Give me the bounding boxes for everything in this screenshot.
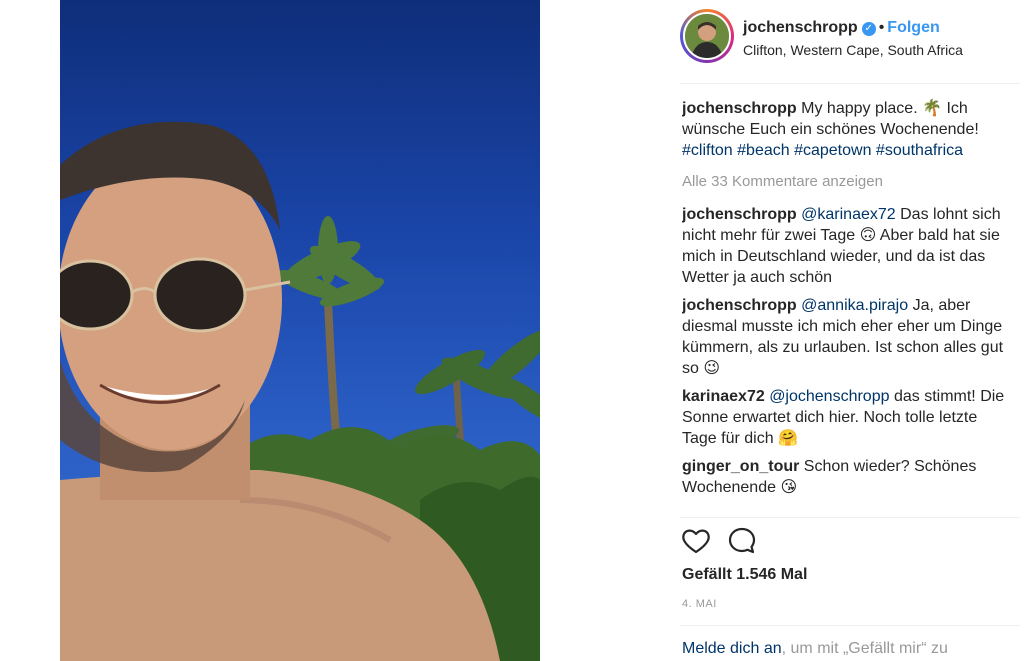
login-prompt: Melde dich an, um mit „Gefällt mir“ zu <box>682 640 948 658</box>
comment-mention[interactable]: @jochenschropp <box>769 388 889 405</box>
show-all-comments-button[interactable]: Alle 33 Kommentare anzeigen <box>682 171 1012 192</box>
user-line: jochenschropp ✓ • Folgen <box>743 19 940 37</box>
comment-item: jochenschropp @annika.pirajo Ja, aber di… <box>682 295 1012 379</box>
caption-username[interactable]: jochenschropp <box>682 100 797 117</box>
login-prompt-text: , um mit „Gefällt mir“ zu <box>781 640 948 657</box>
caption: jochenschropp My happy place. 🌴 Ich wüns… <box>682 98 1012 161</box>
comments-list[interactable]: jochenschropp My happy place. 🌴 Ich wüns… <box>682 98 1012 516</box>
comment-mention[interactable]: @annika.pirajo <box>801 297 908 314</box>
post-side-panel: jochenschropp ✓ • Folgen Clifton, Western C… <box>664 0 1024 661</box>
like-count[interactable]: Gefällt 1.546 Mal <box>682 566 807 584</box>
post-actions <box>680 525 800 557</box>
post-date[interactable]: 4. MAI <box>682 598 717 610</box>
comment-username[interactable]: karinaex72 <box>682 388 765 405</box>
post-photo[interactable] <box>60 0 540 661</box>
comment-item: ginger_on_tour Schon wieder? Schönes Woc… <box>682 456 1012 498</box>
avatar[interactable] <box>683 12 731 60</box>
comment-username[interactable]: ginger_on_tour <box>682 458 799 475</box>
header-divider <box>680 83 1020 84</box>
selfie-beach-photo <box>60 121 540 661</box>
comment-bubble-icon[interactable] <box>726 525 758 557</box>
login-link[interactable]: Melde dich an <box>682 640 782 657</box>
heart-icon[interactable] <box>680 525 712 557</box>
comment-item: jochenschropp @karinaex72 Das lohnt sich… <box>682 204 1012 288</box>
comment-username[interactable]: jochenschropp <box>682 206 797 223</box>
footer-divider <box>680 625 1020 626</box>
story-ring[interactable] <box>680 9 734 63</box>
verified-icon: ✓ <box>861 22 876 36</box>
comment-item: karinaex72 @jochenschropp das stimmt! Di… <box>682 386 1012 449</box>
caption-hashtags[interactable]: #clifton #beach #capetown #southafrica <box>682 142 963 159</box>
location-link[interactable]: Clifton, Western Cape, South Africa <box>743 42 963 58</box>
avatar-image <box>685 14 729 58</box>
comment-mention[interactable]: @karinaex72 <box>801 206 896 223</box>
actions-divider <box>680 517 1020 518</box>
separator-dot: • <box>878 19 885 36</box>
username-link[interactable]: jochenschropp <box>743 19 858 36</box>
comment-username[interactable]: jochenschropp <box>682 297 797 314</box>
follow-button[interactable]: Folgen <box>887 19 939 36</box>
post-header: jochenschropp ✓ • Folgen Clifton, Western C… <box>680 9 1020 71</box>
